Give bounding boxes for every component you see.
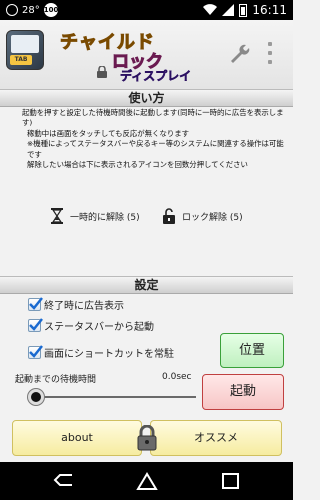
checkbox-shortcut-resident[interactable]: 画面にショートカットを常駐 xyxy=(28,344,174,360)
legend-temporary-label: 一時的に解除 (5) xyxy=(70,212,140,223)
app-header: TAB チャイルド ロック ディスプレイ xyxy=(0,20,293,90)
about-button[interactable]: about xyxy=(12,420,142,456)
wait-time-slider-thumb[interactable] xyxy=(28,389,44,405)
wait-time-value: 0.0sec xyxy=(162,372,192,382)
battery-icon xyxy=(239,3,248,17)
notification-icon xyxy=(6,4,18,16)
app-icon-screen xyxy=(11,35,39,53)
settings-section-header: 設定 xyxy=(0,276,293,294)
signal-icon xyxy=(222,4,235,16)
checkmark-icon xyxy=(29,317,43,331)
checkbox[interactable] xyxy=(28,296,43,311)
logo-title-line3: ディスプレイ xyxy=(120,69,192,84)
recent-apps-icon[interactable] xyxy=(219,471,243,491)
overflow-menu-icon[interactable] xyxy=(266,42,274,64)
padlock-icon xyxy=(137,425,157,451)
checkbox-launch-from-statusbar[interactable]: ステータスバーから起動 xyxy=(28,317,154,333)
checkmark-icon xyxy=(29,344,43,358)
howto-description: 起動を押すと設定した待機時間後に起動します(同時に一時的に広告を表示します) 稼… xyxy=(22,108,284,170)
app-icon: TAB xyxy=(6,30,44,70)
howto-line: 起動を押すと設定した待機時間後に起動します(同時に一時的に広告を表示します) xyxy=(22,108,284,128)
status-bar: 28° 100 16:11 xyxy=(0,0,293,20)
wait-time-label: 起動までの待機時間 xyxy=(15,375,97,385)
legend-temporary-unlock: 一時的に解除 (5) xyxy=(50,208,140,224)
howto-section-header: 使い方 xyxy=(0,89,293,107)
home-icon[interactable] xyxy=(135,471,159,491)
howto-line: 解除したい場合は下に表示されるアイコンを回数分押してください xyxy=(27,160,248,170)
temperature-text: 28° xyxy=(22,4,40,16)
checkbox-ad-on-exit[interactable]: 終了時に広告表示 xyxy=(28,296,124,312)
position-button[interactable]: 位置 xyxy=(220,333,284,368)
checkbox-label: ステータスバーから起動 xyxy=(44,321,154,333)
wrench-icon[interactable] xyxy=(228,42,250,64)
wifi-icon xyxy=(203,4,218,16)
status-right: 16:11 xyxy=(203,3,287,17)
legend-lock-label: ロック解除 (5) xyxy=(182,212,243,223)
legend-lock-release: ロック解除 (5) xyxy=(162,208,243,224)
checkbox-label: 画面にショートカットを常駐 xyxy=(44,348,174,360)
howto-line: ※機種によってステータスバーや戻るキー等のシステムに関連する操作は可能です xyxy=(27,139,284,159)
system-nav-bar xyxy=(0,462,293,500)
logo-lock-icon xyxy=(97,66,107,78)
status-left: 28° 100 xyxy=(6,3,58,17)
unlock-icon xyxy=(163,208,175,224)
hourglass-icon xyxy=(51,208,63,224)
checkmark-icon xyxy=(29,296,43,310)
wait-time-slider-track[interactable] xyxy=(40,396,196,398)
howto-line: 稼動中は画面をタッチしても反応が無くなります xyxy=(27,128,190,138)
checkbox[interactable] xyxy=(28,317,43,332)
recommend-button[interactable]: オススメ xyxy=(150,420,282,456)
app-icon-badge: TAB xyxy=(10,55,32,65)
start-button[interactable]: 起動 xyxy=(202,374,284,410)
battery-percent-badge: 100 xyxy=(43,3,58,17)
checkbox[interactable] xyxy=(28,344,43,359)
clock: 16:11 xyxy=(252,3,287,17)
checkbox-label: 終了時に広告表示 xyxy=(44,300,124,312)
back-icon[interactable] xyxy=(52,471,76,491)
